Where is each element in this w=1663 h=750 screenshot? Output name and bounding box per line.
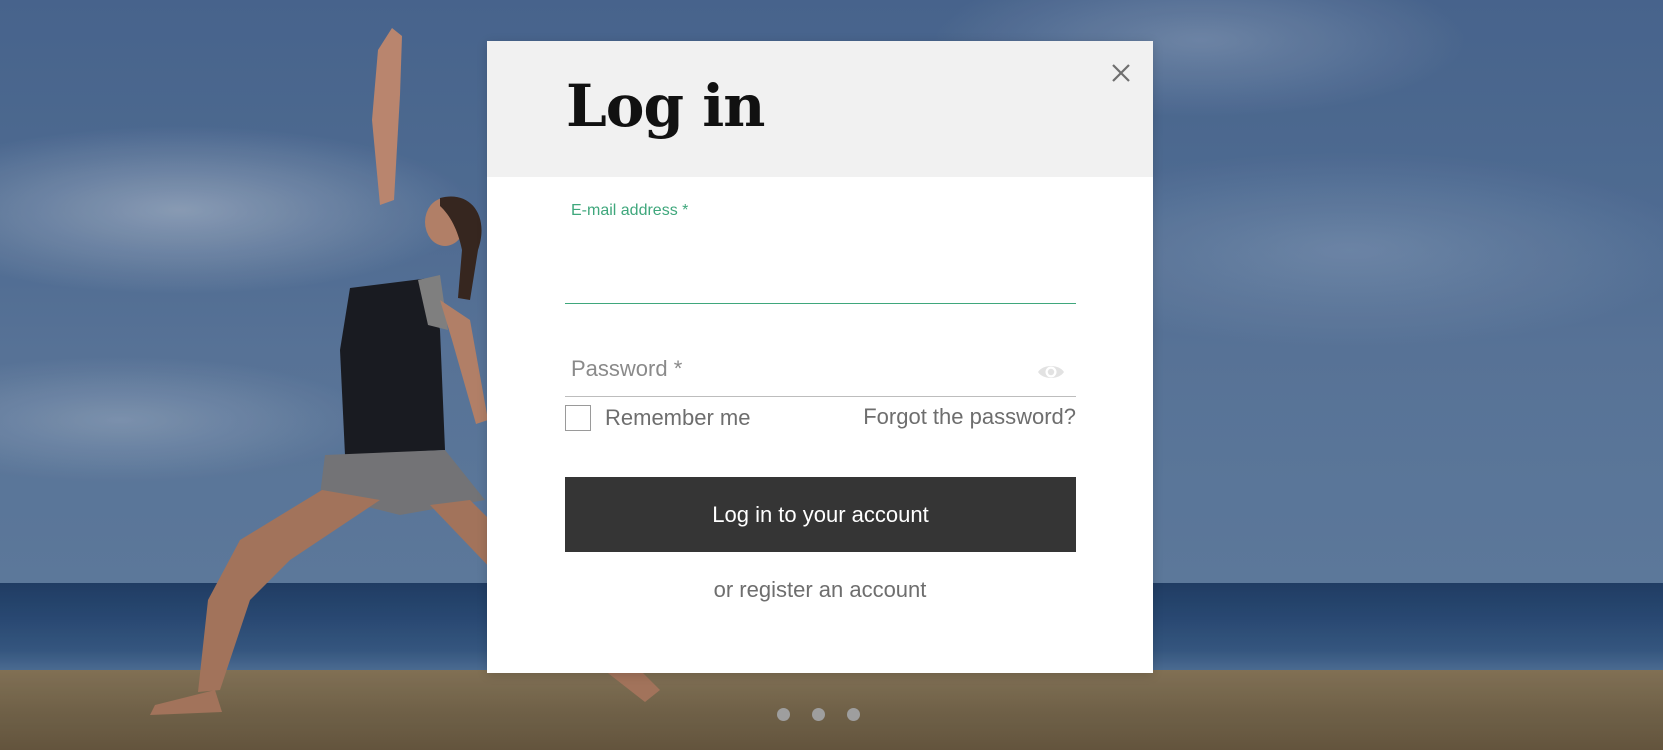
close-icon[interactable] — [1107, 59, 1135, 87]
modal-header: Log in — [487, 41, 1153, 177]
carousel-dot[interactable] — [812, 708, 825, 721]
password-field[interactable] — [565, 311, 1076, 397]
page-title: Log in — [566, 72, 765, 140]
password-field-underline — [565, 396, 1076, 397]
carousel-dots — [777, 708, 860, 721]
checkbox-box[interactable] — [565, 405, 591, 431]
email-field-group: E-mail address * — [565, 191, 1076, 305]
login-modal: Log in E-mail address * Remember me Forg… — [487, 41, 1153, 673]
email-field[interactable] — [565, 223, 1076, 253]
remember-me-checkbox[interactable]: Remember me — [565, 403, 750, 433]
email-field-label: E-mail address * — [571, 202, 689, 219]
email-field-underline — [565, 303, 1076, 304]
carousel-dot[interactable] — [847, 708, 860, 721]
login-submit-button[interactable]: Log in to your account — [565, 477, 1076, 552]
forgot-password-link[interactable]: Forgot the password? — [863, 404, 1076, 430]
register-link[interactable]: or register an account — [487, 577, 1153, 603]
carousel-dot[interactable] — [777, 708, 790, 721]
remember-me-label: Remember me — [605, 405, 751, 430]
password-field-group — [565, 311, 1076, 397]
eye-icon[interactable] — [1036, 361, 1066, 383]
page: Log in E-mail address * Remember me Forg… — [0, 0, 1663, 750]
